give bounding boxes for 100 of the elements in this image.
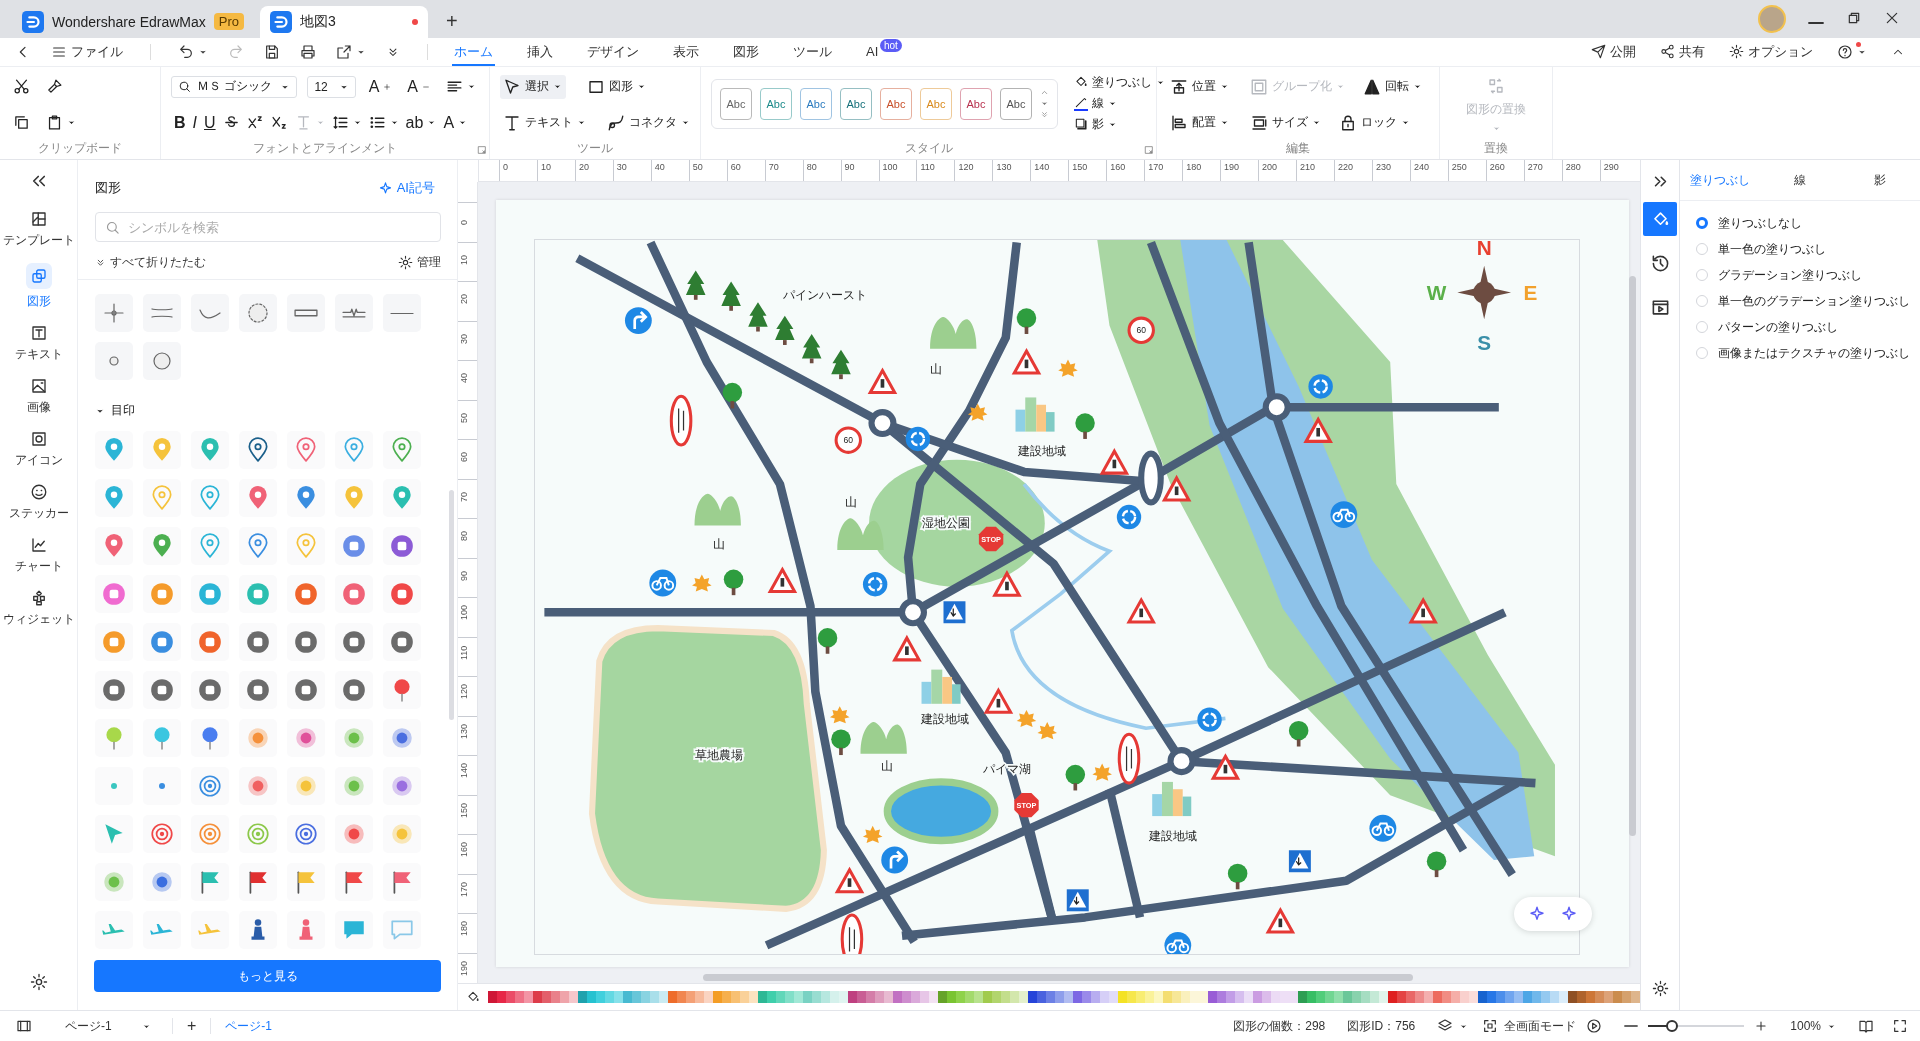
document-tab[interactable]: 地図3 xyxy=(260,5,429,38)
style-preset[interactable]: Abc xyxy=(960,87,992,120)
sidebar-item[interactable]: ステッカー xyxy=(0,477,77,529)
group-label: スタイル xyxy=(903,141,954,158)
menu-tab[interactable]: AI hot xyxy=(864,37,905,66)
ruler-number: 30 xyxy=(612,160,651,182)
size-button[interactable]: サイズ xyxy=(1247,110,1324,135)
fill-option[interactable]: グラデーション塗りつぶし xyxy=(1696,267,1920,284)
file-menu[interactable]: ファイル xyxy=(48,40,126,63)
ai-symbols-link[interactable]: AI記号 xyxy=(371,178,441,199)
ruler-number: 50 xyxy=(459,412,469,423)
ruler-number: 80 xyxy=(459,531,469,542)
bold-button[interactable]: B xyxy=(171,110,189,135)
underline-button[interactable]: U xyxy=(201,110,219,135)
fullscreen-button[interactable]: 全画面モード xyxy=(1482,1017,1577,1035)
app-tab[interactable]: Wondershare EdrawMax Pro xyxy=(12,5,255,38)
sidebar-item[interactable]: アイコン xyxy=(0,424,77,476)
section-header[interactable]: 目印 xyxy=(95,402,135,420)
decrease-font-button[interactable]: A xyxy=(404,74,433,99)
ruler-number: 120 xyxy=(954,160,993,182)
style-preset[interactable]: Abc xyxy=(1000,87,1032,120)
place-label: 山 xyxy=(844,495,857,510)
ruler-number: 200 xyxy=(1258,160,1296,182)
more-shapes-button[interactable]: もっと見る xyxy=(94,960,441,993)
hot-badge: hot xyxy=(880,38,902,52)
place-label: 山 xyxy=(930,362,943,377)
sidebar-item[interactable]: テンプレート xyxy=(0,204,77,256)
style-preset[interactable]: Abc xyxy=(760,87,792,120)
menu-tab[interactable]: 図形 xyxy=(731,37,761,66)
position-button[interactable]: 位置 xyxy=(1167,74,1235,99)
increase-font-button[interactable]: A xyxy=(365,74,395,99)
line-button[interactable]: 線 xyxy=(1072,93,1167,113)
lock-button[interactable]: ロック xyxy=(1336,110,1413,135)
new-tab-button[interactable]: + xyxy=(434,5,470,38)
ruler-number: 110 xyxy=(916,160,955,182)
shadow-button[interactable]: 影 xyxy=(1072,114,1167,134)
menu-tab[interactable]: 表示 xyxy=(671,37,701,66)
panel-title: 図形 xyxy=(95,179,121,198)
shape-count: 図形の個数：298 xyxy=(1233,1017,1326,1035)
document-title: 地図3 xyxy=(300,12,336,31)
menu-tab[interactable]: ツール xyxy=(791,37,834,66)
ruler-number: 140 xyxy=(1030,160,1069,182)
sidebar-item[interactable]: 画像 xyxy=(0,371,77,423)
sidebar-item[interactable]: チャート xyxy=(0,530,77,582)
ruler-number: 210 xyxy=(1296,160,1334,182)
ruler-number: 230 xyxy=(1371,160,1410,182)
add-page-button[interactable]: + xyxy=(187,1017,197,1036)
fill-option[interactable]: 画像またはテクスチャの塗りつぶし xyxy=(1696,345,1920,362)
panel-tab[interactable]: 塗りつぶし xyxy=(1680,160,1760,201)
fill-option[interactable]: 塗りつぶしなし xyxy=(1696,215,1920,232)
publish-button[interactable]: 公開 xyxy=(1588,40,1639,63)
page-tab[interactable]: ページ-1 xyxy=(225,1017,272,1035)
style-preset[interactable]: Abc xyxy=(880,87,912,120)
style-preset[interactable]: Abc xyxy=(720,87,752,120)
panel-tab[interactable]: 影 xyxy=(1840,160,1920,201)
sidebar-item[interactable]: 図形 xyxy=(0,257,77,317)
page-dropdown[interactable]: ページ-1 xyxy=(58,1014,158,1038)
font-name-field[interactable]: ＭＳ ゴシック xyxy=(171,75,298,98)
rotate-button[interactable]: 回転 xyxy=(1360,74,1428,99)
compass-letter: S xyxy=(1477,331,1492,355)
speed-limit-sign: 60 xyxy=(1127,316,1155,345)
fill-option[interactable]: 単一色の塗りつぶし xyxy=(1696,241,1920,258)
share-button[interactable]: 共有 xyxy=(1657,40,1708,63)
style-preset[interactable]: Abc xyxy=(840,87,872,120)
manage-button[interactable]: 管理 xyxy=(398,254,441,272)
connector-tool-button[interactable]: コネクタ xyxy=(604,110,690,135)
group-label: 置換 xyxy=(1483,141,1509,158)
stop-sign: STOP xyxy=(978,527,1004,552)
shape-tool-button[interactable]: 図形 xyxy=(584,74,650,99)
panel-tab[interactable]: 線 xyxy=(1760,160,1840,201)
app-name: Wondershare EdrawMax xyxy=(52,13,206,30)
ruler-number: 260 xyxy=(1485,160,1524,182)
sidebar-item[interactable]: テキスト xyxy=(0,318,77,370)
ruler-number: 0 xyxy=(499,160,537,182)
font-size-field[interactable]: 12 xyxy=(307,75,356,98)
fill-option[interactable]: パターンの塗りつぶし xyxy=(1696,319,1920,336)
place-label: パインハースト xyxy=(783,287,868,302)
ruler-number: 140 xyxy=(459,763,469,779)
menu-tab[interactable]: デザイン xyxy=(585,37,641,66)
fill-option[interactable]: 単一色のグラデーション塗りつぶし xyxy=(1696,293,1920,310)
italic-button[interactable]: I xyxy=(189,110,200,135)
menu-tab[interactable]: ホーム xyxy=(452,37,495,66)
text-case-button[interactable]: ab xyxy=(402,110,440,135)
zoom-level-dropdown[interactable]: 100% xyxy=(1790,1019,1836,1034)
select-tool-button[interactable]: 選択 xyxy=(500,74,566,99)
options-button[interactable]: オプション xyxy=(1726,40,1816,63)
menu-tab[interactable]: 挿入 xyxy=(525,37,555,66)
font-color-button[interactable]: A xyxy=(440,110,471,135)
ruler-number: 90 xyxy=(840,160,879,182)
fill-button[interactable]: 塗りつぶし xyxy=(1072,72,1167,92)
compass-letter: W xyxy=(1426,281,1447,304)
place-label: 山 xyxy=(881,758,894,773)
pro-badge: Pro xyxy=(213,13,245,31)
sidebar-item[interactable]: ウィジェット xyxy=(0,583,77,635)
compass-letter: N xyxy=(1476,239,1492,259)
style-preset[interactable]: Abc xyxy=(800,87,832,120)
collapse-all-button[interactable]: すべて折りたたむ xyxy=(95,254,206,272)
text-tool-button[interactable]: テキスト xyxy=(500,110,586,135)
arrange-button[interactable]: 配置 xyxy=(1167,110,1235,135)
symbol-search-field[interactable]: シンボルを検索 xyxy=(95,212,441,243)
